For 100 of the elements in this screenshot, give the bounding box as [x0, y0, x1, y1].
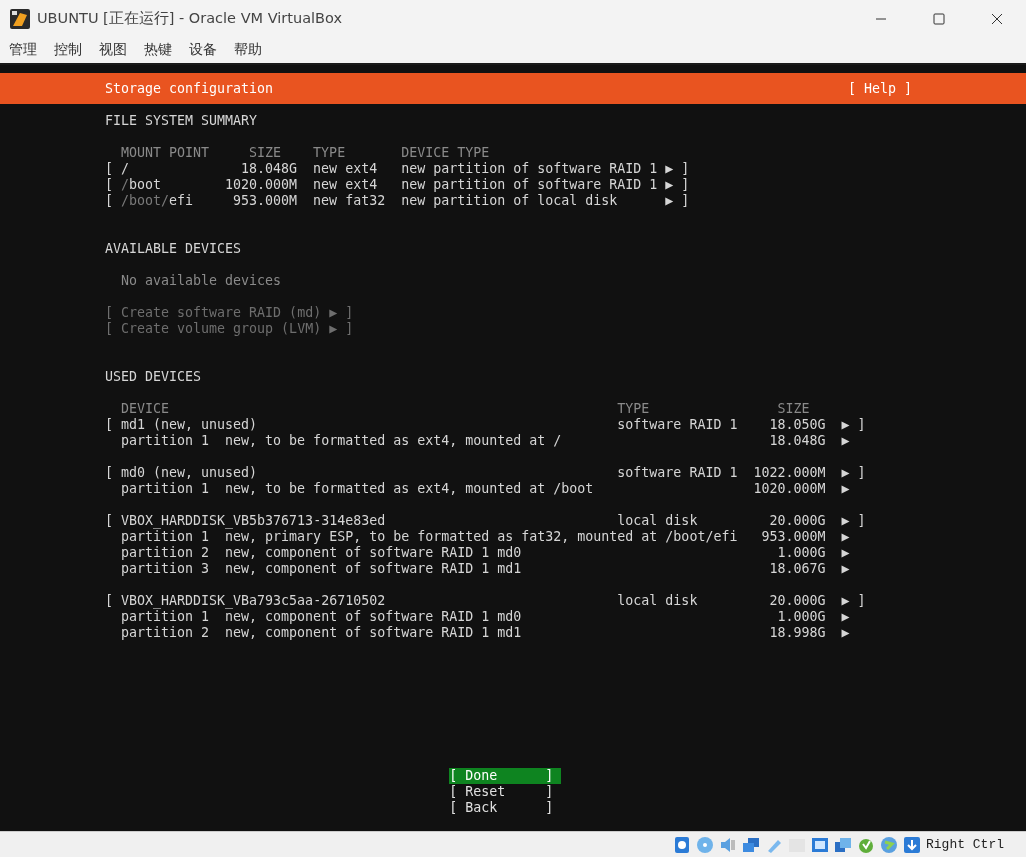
disc-icon[interactable]: [696, 835, 714, 854]
window-title: UBUNTU [正在运行] - Oracle VM VirtualBox: [37, 9, 344, 28]
app-logo-icon: [10, 8, 30, 29]
device-row[interactable]: [ VBOX_HARDDISK_VBa793c5aa-26710502 local disk 20.000G ▶ ]: [105, 593, 1026, 609]
table-cell-text: [: [105, 161, 114, 177]
table-cell-text: [: [105, 513, 114, 529]
table-cell-text: [: [105, 465, 114, 481]
summary-row[interactable]: [ /boot/efi 953.000M new fat32 new partition of local disk ▶ ]: [105, 193, 1026, 209]
table-cell-text: 18.998G: [768, 625, 826, 641]
table-cell-text: new ext4: [313, 177, 379, 193]
table-cell-text: 20.000G: [768, 513, 826, 529]
menu-item[interactable]: 热键: [144, 41, 172, 59]
mount-path-text: /: [121, 177, 129, 192]
table-cell-text: md0 (new, unused): [121, 465, 259, 481]
speaker-icon[interactable]: [719, 835, 737, 854]
table-cell-text: [: [105, 593, 114, 609]
partition-row[interactable]: partition 1 new, component of software RAID 1 md0 1.000G ▶: [105, 609, 1026, 625]
table-cell-text: new partition of local disk: [401, 193, 619, 209]
partition-row[interactable]: partition 2 new, component of software RAID 1 md0 1.000G ▶: [105, 545, 1026, 561]
summary-row[interactable]: [ / 18.048G new ext4 new partition of software RAID 1 ▶ ]: [105, 161, 1026, 177]
table-cell-text: 953.000M: [760, 529, 826, 545]
table-cell: ▶ ]: [841, 417, 866, 433]
menu-item[interactable]: 视图: [99, 41, 127, 59]
table-cell-text: 18.067G: [768, 561, 826, 577]
menu-button[interactable]: [ Done ]: [449, 768, 562, 784]
device-row[interactable]: [ md0 (new, unused) software RAID 1 1022.000M ▶ ]: [105, 465, 1026, 481]
mount-path-text: /boot/: [121, 193, 170, 208]
menu-item[interactable]: 设备: [189, 41, 217, 59]
section-title: FILE SYSTEM SUMMARY: [105, 113, 258, 129]
empty-message: No available devices: [121, 273, 282, 289]
table-cell: ▶ ]: [665, 177, 690, 193]
menu-button[interactable]: [ Back ]: [449, 800, 562, 816]
device-row[interactable]: [ VBOX_HARDDISK_VB5b376713-314e83ed local disk 20.000G ▶ ]: [105, 513, 1026, 529]
device-row[interactable]: [ md1 (new, unused) software RAID 1 18.050G ▶ ]: [105, 417, 1026, 433]
table-cell-text: 18.048G: [768, 433, 826, 449]
section-title: USED DEVICES: [105, 369, 202, 385]
table-cell-text: partition 3: [121, 561, 211, 577]
menu-item[interactable]: 管理: [9, 41, 37, 59]
table-cell-text: [: [105, 177, 114, 193]
table-cell-text: [: [105, 193, 114, 209]
table-cell: ▶ ]: [841, 465, 866, 481]
mount-path-text: boot: [129, 177, 162, 192]
table-cell-text: new, component of software RAID 1 md1: [225, 625, 523, 641]
table-cell: ▶ ]: [665, 161, 690, 177]
table-cell-text: 18.050G: [768, 417, 826, 433]
table-cell-text: VBOX_HARDDISK_VB5b376713-314e83ed: [121, 513, 387, 529]
table-cell-text: 1020.000M: [224, 177, 298, 193]
help-button[interactable]: [ Help ]: [847, 80, 912, 97]
partition-row[interactable]: partition 2 new, component of software RAID 1 md1 18.998G ▶: [105, 625, 1026, 641]
mount-path-text: efi: [169, 193, 194, 208]
table-cell-text: new fat32: [313, 193, 387, 209]
table-cell-text: VBOX_HARDDISK_VBa793c5aa-26710502: [121, 593, 387, 609]
table-cell-text: 1022.000M: [752, 465, 826, 481]
mount-path-text: /: [121, 161, 129, 176]
table-cell-text: new, to be formatted as ext4, mounted at /boot: [225, 481, 595, 497]
maximize-icon[interactable]: [933, 12, 945, 25]
table-cell: ▶: [841, 609, 850, 625]
display-icon[interactable]: [811, 835, 829, 854]
table-cell-text: partition 2: [121, 625, 211, 641]
host-key-label: Right Ctrl: [926, 837, 1004, 852]
table-cell-text: 20.000G: [768, 593, 826, 609]
table-cell-text: 1.000G: [776, 609, 826, 625]
table-cell-text: new, component of software RAID 1 md1: [225, 561, 523, 577]
menu-item[interactable]: 帮助: [234, 41, 262, 59]
partition-row[interactable]: partition 3 new, component of software RAID 1 md1 18.067G ▶: [105, 561, 1026, 577]
table-cell: ▶: [841, 433, 850, 449]
table-cell-text: partition 1: [121, 433, 211, 449]
table-cell-text: local disk: [617, 593, 699, 609]
partition-row[interactable]: partition 1 new, to be formatted as ext4, mounted at /boot 1020.000M ▶: [105, 481, 1026, 497]
screen-title: Storage configuration: [105, 80, 274, 97]
table-cell-text: software RAID 1: [617, 417, 739, 433]
menu-item[interactable]: 控制: [54, 41, 82, 59]
column-header: MOUNT POINT: [121, 145, 211, 161]
table-cell: ▶ ]: [665, 193, 690, 209]
column-header: DEVICE TYPE: [401, 145, 491, 161]
section-title: AVAILABLE DEVICES: [105, 241, 242, 257]
table-cell-text: partition 2: [121, 545, 211, 561]
menu-button[interactable]: [ Reset ]: [449, 784, 562, 800]
partition-row[interactable]: partition 1 new, to be formatted as ext4, mounted at / 18.048G ▶: [105, 433, 1026, 449]
table-cell: ▶: [841, 481, 850, 497]
table-cell: ▶: [841, 561, 850, 577]
table-cell: ▶: [841, 545, 850, 561]
close-icon[interactable]: [991, 12, 1003, 25]
table-cell-text: 1020.000M: [752, 481, 826, 497]
table-cell-text: 18.048G: [240, 161, 298, 177]
table-cell-text: partition 1: [121, 481, 211, 497]
table-cell: ▶: [841, 529, 850, 545]
table-cell-text: new partition of software RAID 1: [401, 177, 659, 193]
partition-row[interactable]: partition 1 new, primary ESP, to be formatted as fat32, mounted at /boot/efi 953.000M ▶: [105, 529, 1026, 545]
column-header: TYPE: [313, 145, 347, 161]
table-cell-text: new, component of software RAID 1 md0: [225, 545, 523, 561]
table-cell-text: [: [105, 417, 114, 433]
table-cell-text: partition 1: [121, 609, 211, 625]
table-cell: ▶ ]: [841, 593, 866, 609]
table-cell-text: new, component of software RAID 1 md0: [225, 609, 523, 625]
download-icon[interactable]: [903, 835, 921, 854]
table-cell-text: new partition of software RAID 1: [401, 161, 659, 177]
summary-row[interactable]: [ /boot 1020.000M new ext4 new partition of software RAID 1 ▶ ]: [105, 177, 1026, 193]
screens-icon[interactable]: [834, 835, 852, 854]
table-cell-text: new ext4: [313, 161, 379, 177]
